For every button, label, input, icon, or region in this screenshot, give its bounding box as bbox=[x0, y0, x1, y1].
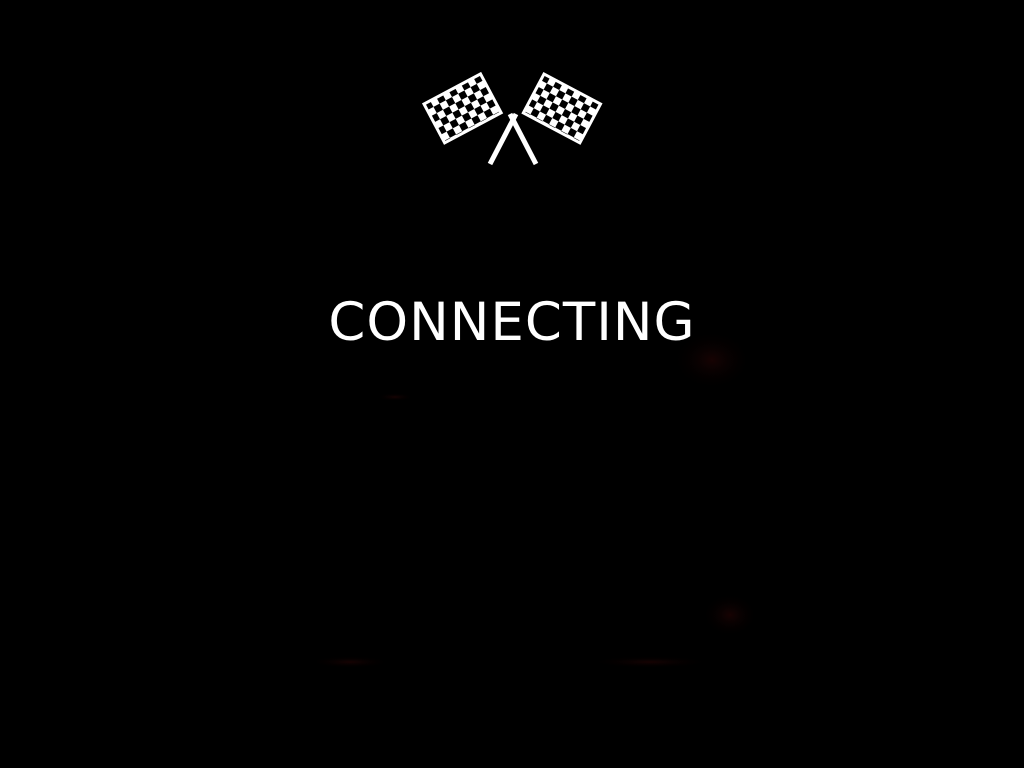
connecting-status-text: CONNECTING bbox=[328, 292, 696, 353]
loading-screen: CONNECTING bbox=[0, 0, 1024, 768]
checkered-flags-icon bbox=[421, 71, 603, 166]
